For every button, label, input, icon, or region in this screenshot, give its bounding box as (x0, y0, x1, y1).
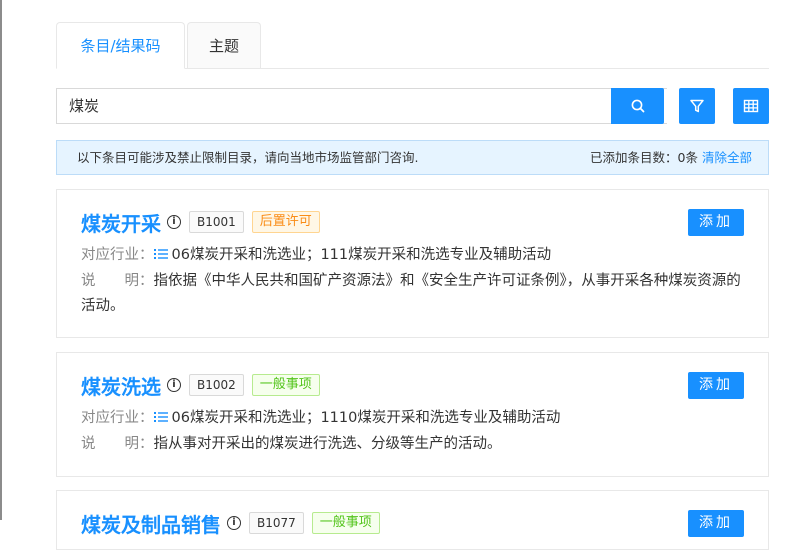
info-icon[interactable]: i (167, 378, 181, 392)
item-title[interactable]: 煤炭洗选 (81, 371, 161, 400)
info-icon[interactable]: i (227, 516, 241, 530)
industry-text: 06煤炭开采和洗选业；111煤炭开采和洗选专业及辅助活动 (171, 247, 552, 263)
description-label: 说 明： (81, 436, 154, 452)
item-code: B1002 (189, 374, 244, 396)
description-label: 说 明： (81, 273, 154, 289)
tab-topic[interactable]: 主题 (187, 22, 261, 68)
description-row: 说 明：指依据《中华人民共和国矿产资源法》和《安全生产许可证条例》，从事开采各种… (81, 269, 751, 319)
info-icon[interactable]: i (167, 215, 181, 229)
notice-right: 已添加条目数：0条 清除全部 (590, 141, 752, 174)
clear-all-link[interactable]: 清除全部 (702, 150, 752, 165)
add-button[interactable]: 添加 (688, 510, 744, 537)
item-header: 煤炭洗选 i B1002 一般事项 (81, 371, 320, 399)
item-code: B1001 (189, 211, 244, 233)
list-item: 煤炭开采 i B1001 后置许可 添加 对应行业： 06煤炭开采和洗选业；111… (56, 189, 769, 338)
industry-row: 对应行业： 06煤炭开采和洗选业；1110煤炭开采和洗选专业及辅助活动 (81, 406, 560, 431)
window-left-border (0, 0, 2, 520)
industry-text: 06煤炭开采和洗选业；1110煤炭开采和洗选专业及辅助活动 (171, 410, 561, 426)
search-button[interactable] (611, 88, 664, 124)
search-icon (631, 99, 644, 113)
list-icon[interactable] (153, 248, 168, 260)
add-button[interactable]: 添加 (688, 209, 744, 236)
description-row: 说 明：指从事对开采出的煤炭进行洗选、分级等生产的活动。 (81, 432, 751, 457)
description-text: 指依据《中华人民共和国矿产资源法》和《安全生产许可证条例》，从事开采各种煤炭资源… (81, 273, 741, 314)
item-header: 煤炭及制品销售 i B1077 一般事项 (81, 509, 380, 537)
filter-button[interactable] (679, 88, 715, 124)
item-header: 煤炭开采 i B1001 后置许可 (81, 208, 320, 236)
industry-label: 对应行业： (81, 410, 154, 426)
industry-row: 对应行业： 06煤炭开采和洗选业；111煤炭开采和洗选专业及辅助活动 (81, 243, 551, 268)
item-title[interactable]: 煤炭及制品销售 (81, 509, 221, 538)
table-grid-icon (743, 99, 759, 113)
filter-icon (690, 99, 704, 113)
description-text: 指从事对开采出的煤炭进行洗选、分级等生产的活动。 (153, 436, 502, 452)
list-icon[interactable] (153, 411, 168, 423)
status-badge: 后置许可 (251, 211, 320, 233)
item-title[interactable]: 煤炭开采 (81, 208, 161, 237)
added-count: 已添加条目数：0条 (590, 150, 698, 165)
notice-text: 以下条目可能涉及禁止限制目录，请向当地市场监管部门咨询. (77, 150, 419, 165)
grid-view-button[interactable] (733, 88, 769, 124)
search-input[interactable]: 煤炭 (56, 88, 667, 124)
industry-label: 对应行业： (81, 247, 154, 263)
list-item: 煤炭洗选 i B1002 一般事项 添加 对应行业： 06煤炭开采和洗选业；111… (56, 352, 769, 477)
notice-bar: 以下条目可能涉及禁止限制目录，请向当地市场监管部门咨询. 已添加条目数：0条 清… (56, 140, 769, 175)
item-code: B1077 (249, 512, 304, 534)
status-badge: 一般事项 (251, 374, 320, 396)
add-button[interactable]: 添加 (688, 372, 744, 399)
tab-items-result-code[interactable]: 条目/结果码 (56, 22, 185, 69)
list-item: 煤炭及制品销售 i B1077 一般事项 添加 (56, 490, 769, 550)
tab-bar: 条目/结果码 主题 (56, 22, 769, 69)
status-badge: 一般事项 (311, 512, 380, 534)
